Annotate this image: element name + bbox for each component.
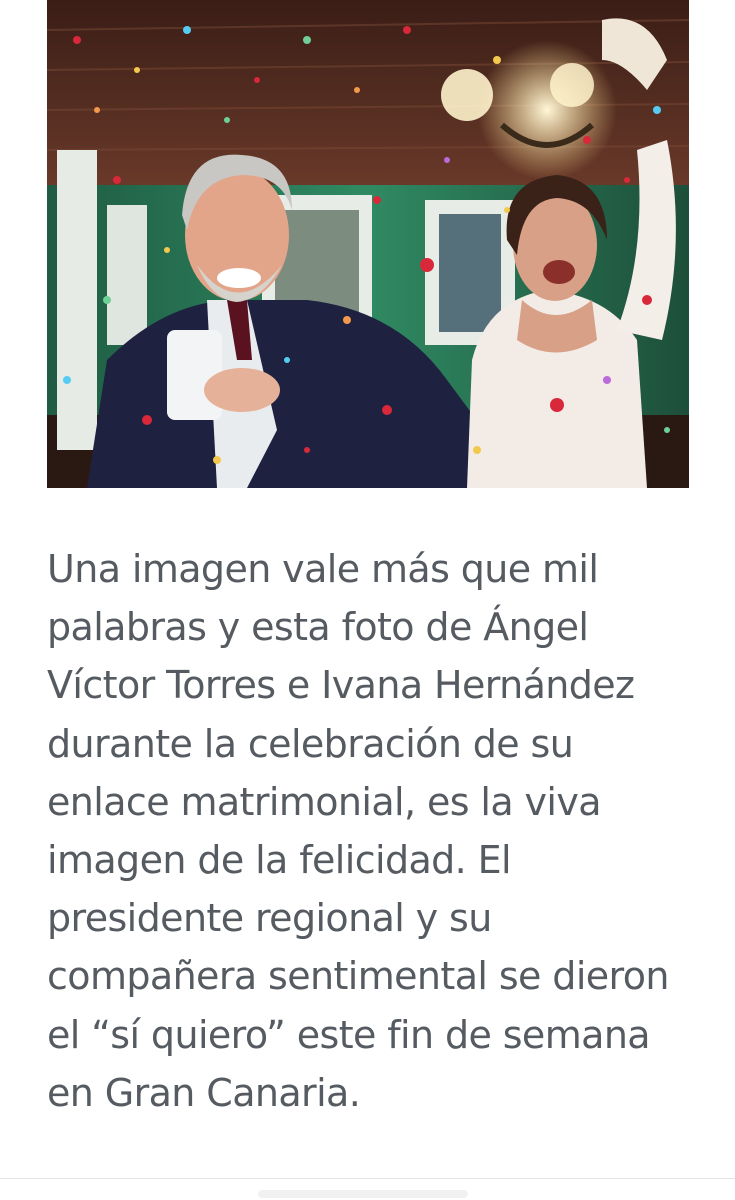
- article-page: Una imagen vale más que mil palabras y e…: [0, 0, 735, 1200]
- home-indicator[interactable]: [258, 1190, 468, 1198]
- wedding-photo-illustration: [47, 0, 689, 488]
- article-body-text: Una imagen vale más que mil palabras y e…: [47, 547, 669, 1115]
- wedding-photo: [47, 0, 689, 488]
